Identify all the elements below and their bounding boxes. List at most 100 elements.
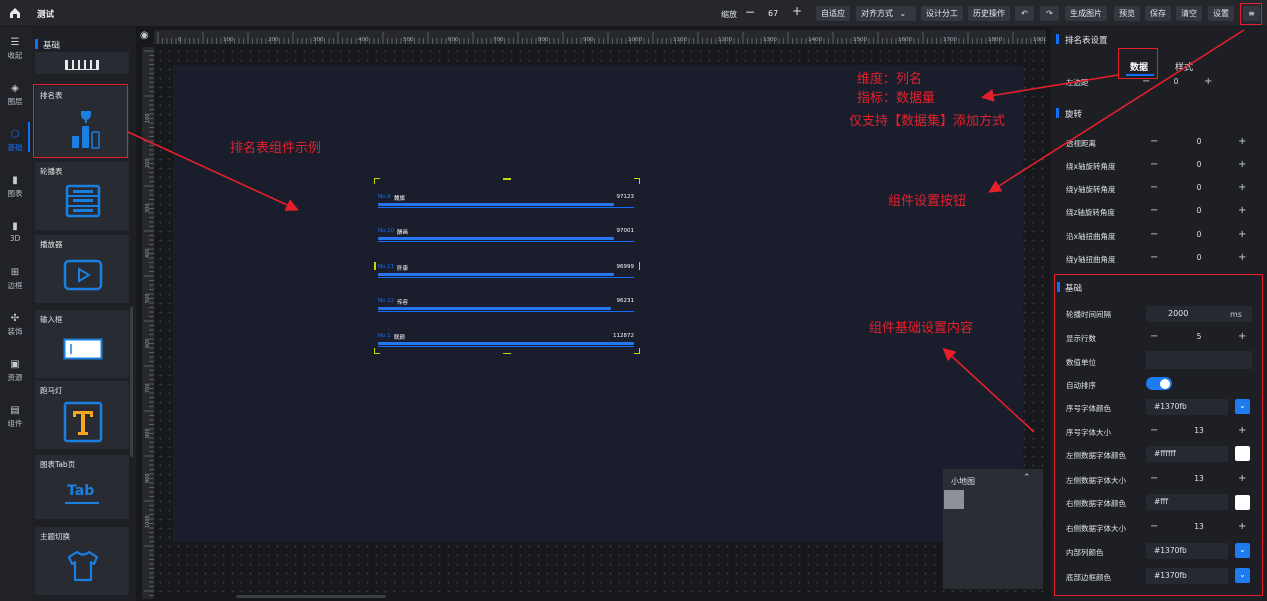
design-split-button[interactable]: 设计分工 [921, 6, 963, 21]
ranking-bottom-border [378, 346, 634, 347]
plus-icon[interactable]: + [1238, 158, 1246, 172]
selection-handle-right[interactable] [638, 262, 640, 270]
selection-handle-bottom[interactable] [503, 352, 511, 354]
palette-card-tab[interactable]: 图表Tab页 Tab [35, 455, 129, 519]
nav-item-chart[interactable]: ▮ 图表 [0, 175, 30, 199]
rotate-row-value[interactable]: 0 [1146, 158, 1252, 172]
rotate-row-stepper[interactable]: −0 + [1146, 158, 1252, 172]
vertical-ruler: 100 200 300 400 500 600 700 800 900 1000 [142, 47, 154, 601]
ranking-value: 97001 [616, 228, 635, 234]
palette-card-marquee[interactable]: 跑马灯 [35, 381, 129, 449]
plus-icon[interactable]: + [1238, 228, 1246, 242]
palette-card-theme[interactable]: 主题切换 [35, 527, 129, 595]
zoom-plus-button[interactable]: + [792, 4, 802, 18]
nav-item-3d[interactable]: ▮ 3D [0, 221, 30, 243]
tab-icon: Tab [67, 483, 95, 499]
undo-button[interactable]: ↶ [1015, 6, 1034, 21]
ranking-name: 酬画 [397, 230, 409, 236]
ranking-bar [378, 342, 634, 345]
eye-icon[interactable]: ◉ [140, 30, 149, 41]
selection-handle-top[interactable] [503, 178, 511, 180]
ranking-index: No.11 [378, 264, 395, 270]
nav-item-resource[interactable]: ▣ 资源 [0, 359, 30, 383]
selection-corner-tl [374, 178, 380, 184]
left-nav: ☰ 收起 ◈ 图层 ⬡ 基础 ▮ 图表 ▮ 3D ⊞ 边框 ✣ 装饰 ▣ 资源 ▤ 组件 [0, 27, 30, 601]
history-button[interactable]: 历史操作 [968, 6, 1010, 21]
minimap[interactable]: 小地图 ⌃ [943, 469, 1043, 589]
nav-item-component[interactable]: ▤ 组件 [0, 405, 30, 429]
annotation-settings-button: 组件设置按钮 [888, 194, 967, 209]
rotate-section-title: 旋转 [1065, 110, 1083, 120]
ruler-label: 1800 [988, 37, 1002, 43]
card-title: 主题切换 [40, 532, 70, 541]
ranking-value: 96999 [616, 264, 635, 270]
save-button[interactable]: 保存 [1145, 6, 1171, 21]
panel-title: 排名表设置 [1065, 36, 1108, 46]
nav-item-basic[interactable]: ⬡ 基础 [0, 129, 30, 153]
ruler-label: 1200 [718, 37, 732, 43]
nav-item-border[interactable]: ⊞ 边框 [0, 267, 30, 291]
rotate-row-stepper[interactable]: −0 + [1146, 204, 1252, 218]
palette-card-player[interactable]: 播放器 [35, 235, 129, 303]
nav-item-label: 收起 [7, 51, 23, 60]
nav-item-collapse[interactable]: ☰ 收起 [0, 37, 30, 61]
ranking-row: No.12 传容 96231 [378, 298, 636, 312]
table-icon [65, 184, 101, 218]
generate-image-button[interactable]: 生成图片 [1065, 6, 1107, 21]
ruler-label: 1300 [763, 37, 777, 43]
ruler-label: 600 [145, 338, 151, 348]
home-icon[interactable] [8, 6, 22, 20]
align-dropdown[interactable]: 对齐方式 ⌄ [856, 6, 916, 21]
zoom-minus-button[interactable]: − [745, 5, 755, 19]
palette-card-carousel[interactable]: 轮播表 [35, 162, 129, 230]
rotate-row-value[interactable]: 0 [1146, 251, 1252, 265]
ruler-label: 100 [223, 37, 234, 43]
decoration-icon: ✣ [10, 313, 20, 324]
nav-item-label: 3D [9, 234, 21, 243]
ruler-label: 0 [178, 37, 182, 43]
highlight-menu-button [1240, 3, 1262, 25]
zoom-value[interactable]: 67 [768, 9, 778, 18]
ranking-index: No.1 [378, 333, 391, 339]
plus-icon[interactable]: + [1238, 135, 1246, 149]
annotation-example: 排名表组件示例 [230, 141, 322, 156]
plus-icon[interactable]: + [1204, 75, 1212, 89]
plus-icon[interactable]: + [1238, 251, 1246, 265]
plus-icon[interactable]: + [1238, 181, 1246, 195]
ruler-label: 1500 [853, 37, 867, 43]
clear-button[interactable]: 清空 [1176, 6, 1202, 21]
rotate-row-label: 绕z轴旋转角度 [1066, 208, 1115, 217]
zoom-label: 缩放 [721, 10, 737, 19]
align-label: 对齐方式 [861, 9, 893, 18]
redo-button[interactable]: ↷ [1040, 6, 1059, 21]
rotate-row-value[interactable]: 0 [1146, 135, 1252, 149]
chevron-up-icon[interactable]: ⌃ [1023, 473, 1031, 483]
redo-icon: ↷ [1046, 9, 1053, 18]
palette-scrollbar[interactable] [130, 307, 133, 457]
section-marker [1056, 34, 1059, 44]
rotate-row-value[interactable]: 0 [1146, 181, 1252, 195]
nav-item-layers[interactable]: ◈ 图层 [0, 83, 30, 107]
fit-button[interactable]: 自适应 [816, 6, 850, 21]
preview-button[interactable]: 预览 [1114, 6, 1140, 21]
palette-card-input[interactable]: 输入框 [35, 310, 129, 378]
rotate-row-stepper[interactable]: −0 + [1146, 228, 1252, 242]
horizontal-scrollbar[interactable] [236, 595, 386, 598]
ranking-name: 肝康 [397, 266, 409, 272]
rotate-row-value[interactable]: 0 [1146, 228, 1252, 242]
settings-button[interactable]: 设置 [1208, 6, 1234, 21]
ruler-label: 600 [448, 37, 459, 43]
section-marker [1056, 108, 1059, 118]
selection-handle-left[interactable] [374, 262, 376, 270]
rotate-row-stepper[interactable]: −0 + [1146, 181, 1252, 195]
nav-item-decoration[interactable]: ✣ 装饰 [0, 313, 30, 337]
rotate-row-stepper[interactable]: −0 + [1146, 135, 1252, 149]
plus-icon[interactable]: + [1238, 204, 1246, 218]
rotate-row-stepper[interactable]: −0 + [1146, 251, 1252, 265]
tab-style[interactable]: 样式 [1175, 60, 1193, 73]
minimap-viewport[interactable] [944, 490, 964, 509]
card-title: 跑马灯 [40, 386, 63, 395]
palette-card-partial[interactable] [35, 52, 129, 74]
annotation-metric: 指标：数据量 [857, 91, 936, 106]
rotate-row-value[interactable]: 0 [1146, 204, 1252, 218]
